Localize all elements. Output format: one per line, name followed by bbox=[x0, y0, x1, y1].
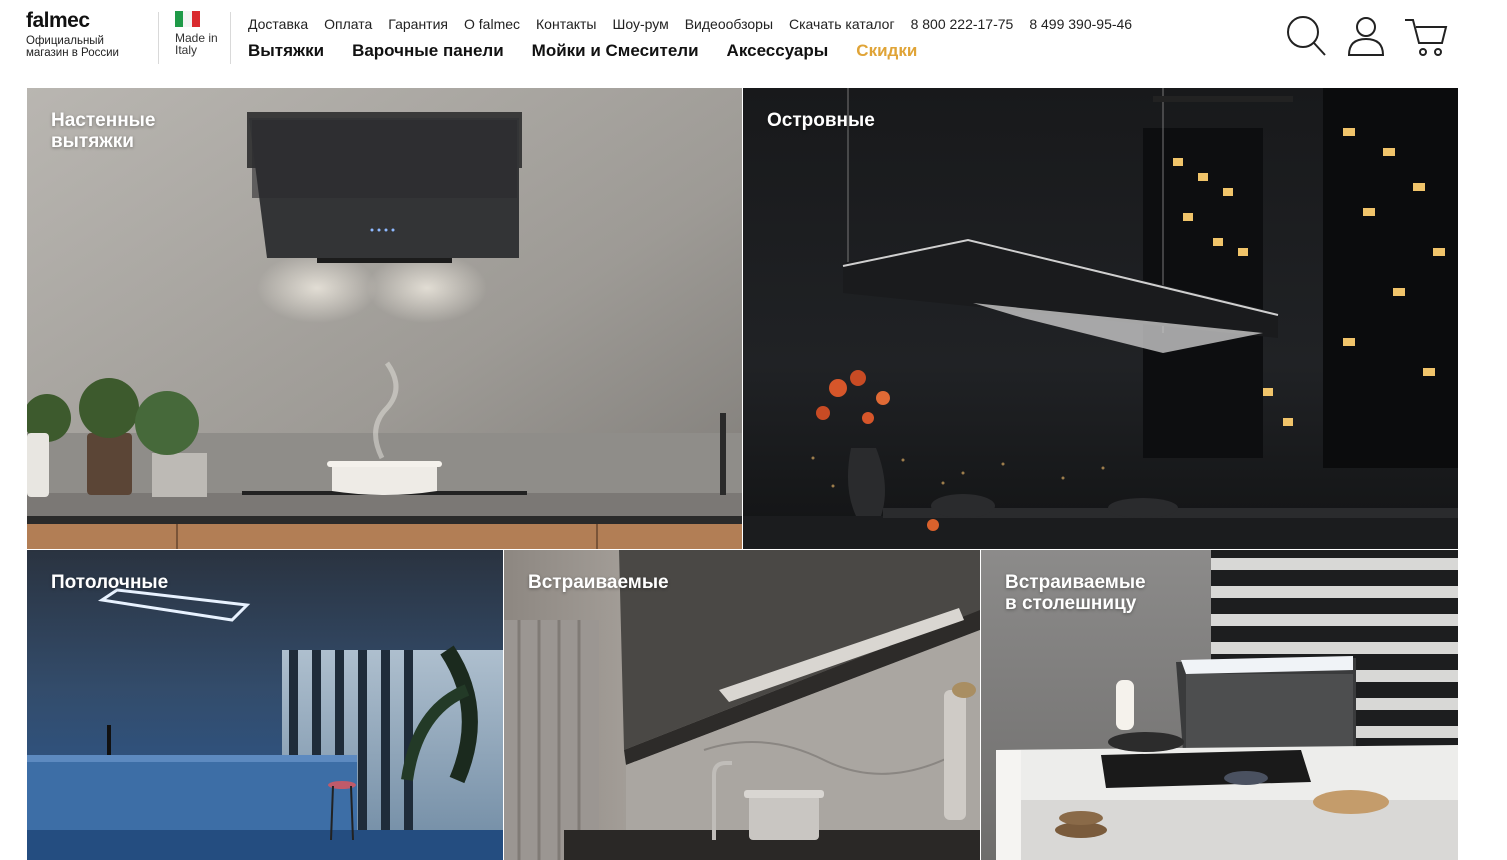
brand-block[interactable]: falmec Официальный магазин в России bbox=[26, 10, 156, 60]
tile-title: Встраиваемые в столешницу bbox=[1005, 572, 1146, 614]
island-hood-photo bbox=[743, 88, 1458, 549]
cart-icon[interactable] bbox=[1402, 11, 1450, 59]
nav-link-download-catalog[interactable]: Скачать каталог bbox=[789, 16, 895, 32]
nav-sinks-faucets[interactable]: Мойки и Смесители bbox=[532, 41, 699, 61]
made-in-italy: Made in Italy bbox=[175, 11, 225, 56]
phone-link-2[interactable]: 8 499 390-95-46 bbox=[1029, 16, 1132, 32]
user-icon[interactable] bbox=[1342, 11, 1390, 59]
tile-title: Встраиваемые bbox=[528, 572, 669, 593]
built-in-hood-photo bbox=[504, 550, 980, 860]
phone-link-1[interactable]: 8 800 222-17-75 bbox=[911, 16, 1014, 32]
tile-title: Настенные вытяжки bbox=[51, 110, 156, 152]
divider bbox=[158, 12, 159, 64]
nav-cooktops[interactable]: Варочные панели bbox=[352, 41, 504, 61]
ceiling-hood-photo bbox=[27, 550, 503, 860]
category-tile-wall-hoods[interactable]: Настенные вытяжки bbox=[27, 88, 742, 549]
brand-subtitle: Официальный магазин в России bbox=[26, 35, 119, 59]
top-nav: Доставка Оплата Гарантия О falmec Контак… bbox=[248, 16, 1148, 32]
category-tile-built-in-hoods[interactable]: Встраиваемые bbox=[504, 550, 980, 860]
nav-link-contacts[interactable]: Контакты bbox=[536, 16, 596, 32]
site-header: falmec Официальный магазин в России Made… bbox=[0, 0, 1507, 88]
category-tile-worktop-hoods[interactable]: Встраиваемые в столешницу bbox=[981, 550, 1458, 860]
tile-title: Потолочные bbox=[51, 572, 169, 593]
main-nav: Вытяжки Варочные панели Мойки и Смесител… bbox=[248, 41, 945, 61]
nav-sale[interactable]: Скидки bbox=[856, 41, 917, 61]
nav-link-warranty[interactable]: Гарантия bbox=[388, 16, 448, 32]
nav-link-payment[interactable]: Оплата bbox=[324, 16, 372, 32]
category-tile-island-hoods[interactable]: Островные bbox=[743, 88, 1458, 549]
wall-hood-photo bbox=[27, 88, 742, 549]
category-tile-ceiling-hoods[interactable]: Потолочные bbox=[27, 550, 503, 860]
italy-flag-icon bbox=[175, 11, 200, 27]
nav-link-delivery[interactable]: Доставка bbox=[248, 16, 308, 32]
logo[interactable]: falmec bbox=[26, 10, 156, 32]
header-actions bbox=[1282, 11, 1462, 59]
made-in-italy-label: Made in Italy bbox=[175, 31, 218, 57]
divider bbox=[230, 12, 231, 64]
nav-hoods[interactable]: Вытяжки bbox=[248, 41, 324, 61]
tile-title: Островные bbox=[767, 110, 875, 131]
search-icon[interactable] bbox=[1282, 11, 1330, 59]
nav-accessories[interactable]: Аксессуары bbox=[727, 41, 829, 61]
nav-link-about[interactable]: О falmec bbox=[464, 16, 520, 32]
nav-link-video-reviews[interactable]: Видеообзоры bbox=[685, 16, 773, 32]
nav-link-showroom[interactable]: Шоу-рум bbox=[613, 16, 669, 32]
